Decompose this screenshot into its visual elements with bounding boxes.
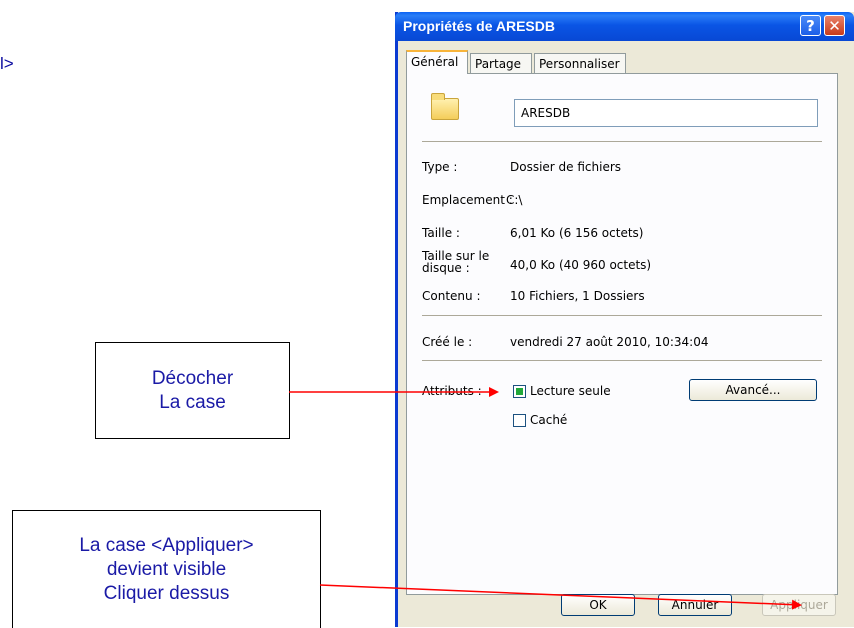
divider <box>422 315 822 316</box>
general-panel: ARESDB Type : Dossier de fichiers Emplac… <box>406 73 838 595</box>
contents-value: 10 Fichiers, 1 Dossiers <box>510 289 645 303</box>
advanced-button[interactable]: Avancé... <box>689 379 817 401</box>
size-label: Taille : <box>422 226 460 240</box>
apply-button[interactable]: Appliquer <box>762 594 836 616</box>
location-label: Emplacement : <box>422 193 513 207</box>
disk-size-value: 40,0 Ko (40 960 octets) <box>510 258 652 272</box>
left-text-fragment: l> <box>0 54 14 73</box>
created-label: Créé le : <box>422 335 473 349</box>
help-icon[interactable]: ? <box>800 15 821 36</box>
annotation-line: Cliquer dessus <box>103 582 230 604</box>
annotation-line: La case <box>159 391 226 413</box>
annotation-line: devient visible <box>106 558 227 580</box>
ok-button[interactable]: OK <box>561 594 635 616</box>
attributes-label: Attributs : <box>422 384 482 398</box>
annotation-apply-button: La case <Appliquer> devient visible Cliq… <box>12 510 321 628</box>
dialog-title: Propriétés de ARESDB <box>403 18 555 34</box>
readonly-checkbox[interactable] <box>513 385 526 398</box>
disk-size-label: Taille sur le disque : <box>422 249 490 275</box>
divider <box>422 360 822 361</box>
hidden-label: Caché <box>530 413 568 427</box>
hidden-checkbox[interactable] <box>513 414 526 427</box>
type-label: Type : <box>422 160 458 174</box>
size-value: 6,01 Ko (6 156 octets) <box>510 226 644 240</box>
type-value: Dossier de fichiers <box>510 160 622 174</box>
contents-label: Contenu : <box>422 289 481 303</box>
tab-general[interactable]: Général <box>406 50 468 74</box>
annotation-line: Décocher <box>151 367 234 389</box>
annotation-line: La case <Appliquer> <box>79 534 254 556</box>
close-icon[interactable]: ✕ <box>824 15 845 36</box>
annotation-uncheck-box: Décocher La case <box>95 342 290 439</box>
title-bar[interactable]: Propriétés de ARESDB ? ✕ <box>395 12 854 41</box>
location-value: C:\ <box>506 193 523 207</box>
readonly-label: Lecture seule <box>530 384 611 398</box>
tab-customize[interactable]: Personnaliser <box>534 53 626 73</box>
divider <box>422 141 822 142</box>
cancel-button[interactable]: Annuler <box>658 594 732 616</box>
tab-sharing[interactable]: Partage <box>470 53 532 73</box>
folder-icon <box>431 93 459 120</box>
properties-dialog: Propriétés de ARESDB ? ✕ Général Partage… <box>395 12 854 627</box>
folder-name-input[interactable]: ARESDB <box>514 99 818 127</box>
created-value: vendredi 27 août 2010, 10:34:04 <box>510 335 709 349</box>
